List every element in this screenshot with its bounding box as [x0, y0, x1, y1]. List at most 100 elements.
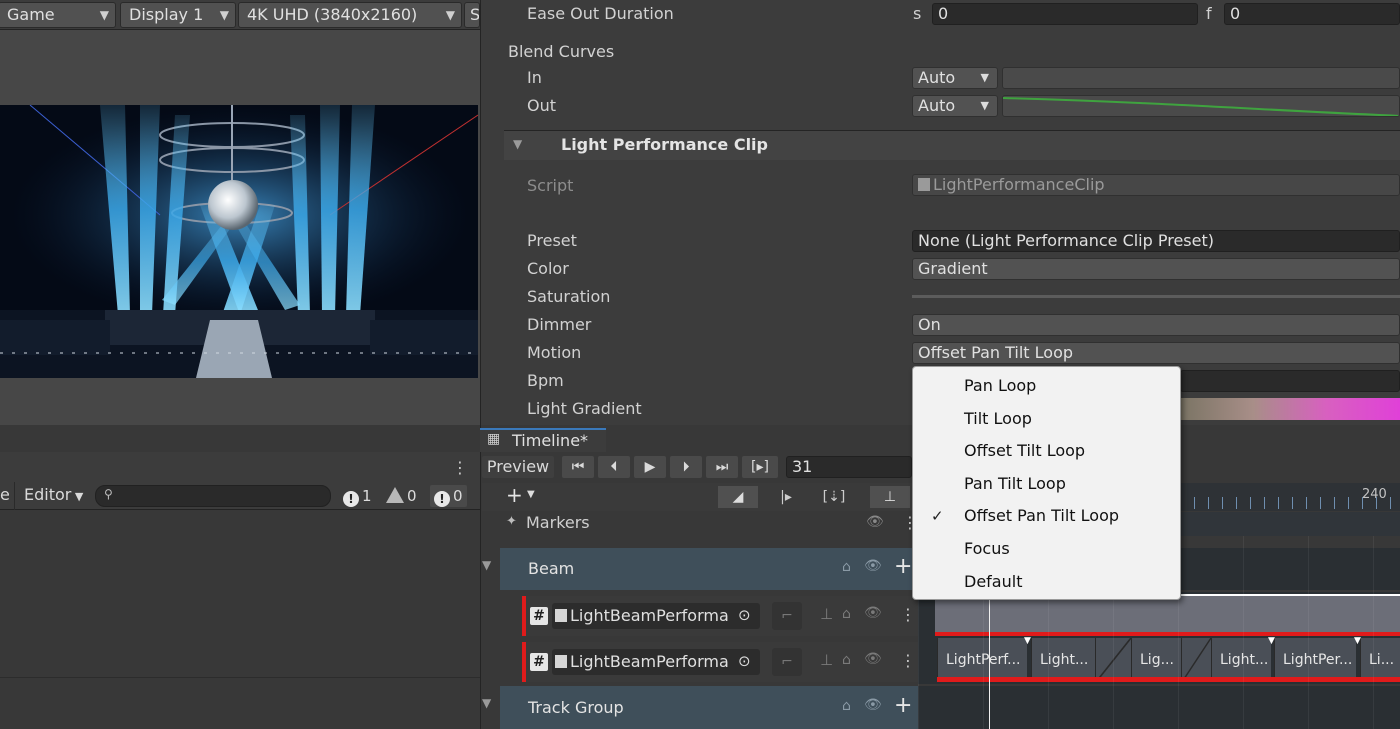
- track-row[interactable]: # LightBeamPerforma ⊙ ⌐ ⊥ ⌂ 👁 ⋮: [522, 642, 918, 682]
- lock-icon[interactable]: ⌂: [842, 652, 851, 668]
- marker-icon: ▼: [1268, 636, 1275, 646]
- bpm-field[interactable]: [1180, 370, 1400, 392]
- motion-option[interactable]: Pan Loop: [913, 370, 1180, 402]
- chevron-down-icon[interactable]: ▼: [527, 489, 535, 500]
- marker-icon: ✦: [506, 514, 517, 529]
- curves-icon[interactable]: ⌐: [772, 648, 802, 676]
- motion-option[interactable]: Focus: [913, 533, 1180, 565]
- play-range-icon[interactable]: [▸]: [742, 456, 778, 478]
- script-icon: #: [530, 653, 548, 671]
- dimmer-dropdown[interactable]: On: [912, 314, 1400, 336]
- motion-dropdown[interactable]: Offset Pan Tilt Loop: [912, 342, 1400, 364]
- collapse-triangle-icon[interactable]: ▼: [513, 137, 522, 151]
- scale-slider[interactable]: S: [464, 2, 480, 28]
- saturation-label: Saturation: [527, 287, 611, 306]
- display-dropdown[interactable]: Display 1 ▼: [120, 2, 236, 28]
- curves-icon[interactable]: ⌐: [772, 602, 802, 630]
- timeline-clip[interactable]: Lig...: [1131, 638, 1181, 682]
- eye-icon[interactable]: 👁: [866, 514, 884, 530]
- target-icon[interactable]: ⊙: [738, 652, 751, 670]
- chevron-down-icon: ▼: [445, 8, 455, 22]
- info-icon: !: [434, 491, 450, 507]
- go-to-start-icon[interactable]: ⏮: [562, 456, 594, 478]
- add-track-icon[interactable]: +: [894, 554, 912, 579]
- snap-icon[interactable]: |▸: [766, 486, 806, 508]
- motion-option[interactable]: Pan Tilt Loop: [913, 468, 1180, 500]
- motion-option[interactable]: Offset Tilt Loop: [913, 435, 1180, 467]
- frame-field[interactable]: 31: [786, 456, 912, 478]
- warning-count-toggle[interactable]: 0: [386, 485, 417, 507]
- light-performance-clip-header[interactable]: ▼ Light Performance Clip: [504, 130, 1400, 160]
- play-icon[interactable]: ▶: [634, 456, 666, 478]
- track-accent: [522, 642, 526, 682]
- pin-icon[interactable]: ⊥: [870, 486, 910, 508]
- console-log-area: [0, 510, 480, 729]
- mix-mode-icon[interactable]: [⇣]: [814, 486, 854, 508]
- game-view-dropdown[interactable]: Game ▼: [0, 2, 116, 28]
- timeline-clip[interactable]: Light...: [1031, 638, 1095, 682]
- beam-group-header[interactable]: Beam ⌂ 👁 +: [500, 548, 918, 590]
- motion-option[interactable]: Default: [913, 566, 1180, 598]
- add-track-icon[interactable]: +: [506, 483, 523, 507]
- light-gradient-label: Light Gradient: [527, 399, 642, 418]
- eye-icon[interactable]: 👁: [864, 558, 882, 574]
- bpm-label: Bpm: [527, 371, 564, 390]
- collapse-triangle-icon[interactable]: ▼: [482, 696, 491, 710]
- light-gradient-field[interactable]: [1180, 398, 1400, 420]
- pin-icon[interactable]: ⊥: [820, 651, 833, 669]
- resolution-dropdown[interactable]: 4K UHD (3840x2160) ▼: [238, 2, 462, 28]
- motion-dropdown-menu: Pan Loop Tilt Loop Offset Tilt Loop Pan Til…: [912, 366, 1181, 600]
- add-track-icon[interactable]: +: [894, 693, 912, 718]
- target-icon[interactable]: ⊙: [738, 606, 751, 624]
- chevron-down-icon: ▼: [980, 99, 989, 112]
- marker-icon: ▼: [1354, 636, 1361, 646]
- divider: [0, 677, 480, 678]
- blend-out-dropdown[interactable]: Auto ▼: [912, 95, 998, 117]
- blend-in-dropdown[interactable]: Auto ▼: [912, 67, 998, 89]
- collapse-triangle-icon[interactable]: ▼: [482, 558, 491, 572]
- ripple-mode-icon[interactable]: ◢: [718, 486, 758, 508]
- ease-out-frames-field[interactable]: 0: [1224, 3, 1400, 25]
- timeline-clip[interactable]: Li...: [1360, 638, 1400, 682]
- track-binding-field[interactable]: LightBeamPerforma ⊙: [552, 649, 760, 675]
- eye-icon[interactable]: 👁: [864, 605, 882, 621]
- preset-field[interactable]: None (Light Performance Clip Preset): [912, 230, 1400, 252]
- markers-track[interactable]: ✦ Markers 👁 ⋮: [482, 512, 918, 536]
- pin-icon[interactable]: ⊥: [820, 605, 833, 623]
- lock-icon[interactable]: ⌂: [842, 698, 851, 714]
- track-binding-field[interactable]: LightBeamPerforma ⊙: [552, 603, 760, 629]
- resolution-label: 4K UHD (3840x2160): [247, 5, 418, 24]
- color-dropdown[interactable]: Gradient: [912, 258, 1400, 280]
- more-options-icon[interactable]: ⋮: [452, 458, 468, 477]
- tab-timeline[interactable]: ▦ Timeline*: [480, 428, 606, 452]
- more-options-icon[interactable]: ⋮: [900, 651, 916, 670]
- motion-option[interactable]: ✓ Offset Pan Tilt Loop: [913, 500, 1180, 532]
- track-group-header[interactable]: Track Group ⌂ 👁 +: [500, 686, 918, 729]
- console-mode-button[interactable]: e: [0, 485, 10, 504]
- timeline-clip[interactable]: LightPerf...: [937, 638, 1027, 682]
- editor-dropdown[interactable]: Editor ▼: [24, 485, 83, 504]
- blend-out-curve[interactable]: [1002, 95, 1400, 117]
- saturation-slider[interactable]: [912, 295, 1400, 298]
- concert-stage-render: [0, 105, 478, 378]
- motion-option[interactable]: Tilt Loop: [913, 403, 1180, 435]
- clip-blend: [1181, 638, 1211, 682]
- track-row[interactable]: # LightBeamPerforma ⊙ ⌐ ⊥ ⌂ 👁 ⋮: [522, 596, 918, 636]
- eye-icon[interactable]: 👁: [864, 651, 882, 667]
- eye-icon[interactable]: 👁: [864, 697, 882, 713]
- console-search-input[interactable]: ⚲: [95, 485, 331, 507]
- ease-out-seconds-field[interactable]: 0: [932, 3, 1198, 25]
- timeline-clip[interactable]: Light...: [1211, 638, 1271, 682]
- error-count-toggle[interactable]: ! 1: [343, 485, 372, 507]
- preview-button[interactable]: Preview: [482, 456, 554, 478]
- info-count-toggle[interactable]: ! 0: [430, 485, 467, 507]
- lock-icon[interactable]: ⌂: [842, 606, 851, 622]
- go-to-end-icon[interactable]: ⏭: [706, 456, 738, 478]
- blend-in-curve[interactable]: [1002, 67, 1400, 89]
- next-frame-icon[interactable]: ⏵: [670, 456, 702, 478]
- timeline-clip[interactable]: LightPer...: [1274, 638, 1356, 682]
- lock-icon[interactable]: ⌂: [842, 559, 851, 575]
- previous-frame-icon[interactable]: ⏴: [598, 456, 630, 478]
- track-accent: [522, 596, 526, 636]
- more-options-icon[interactable]: ⋮: [900, 605, 916, 624]
